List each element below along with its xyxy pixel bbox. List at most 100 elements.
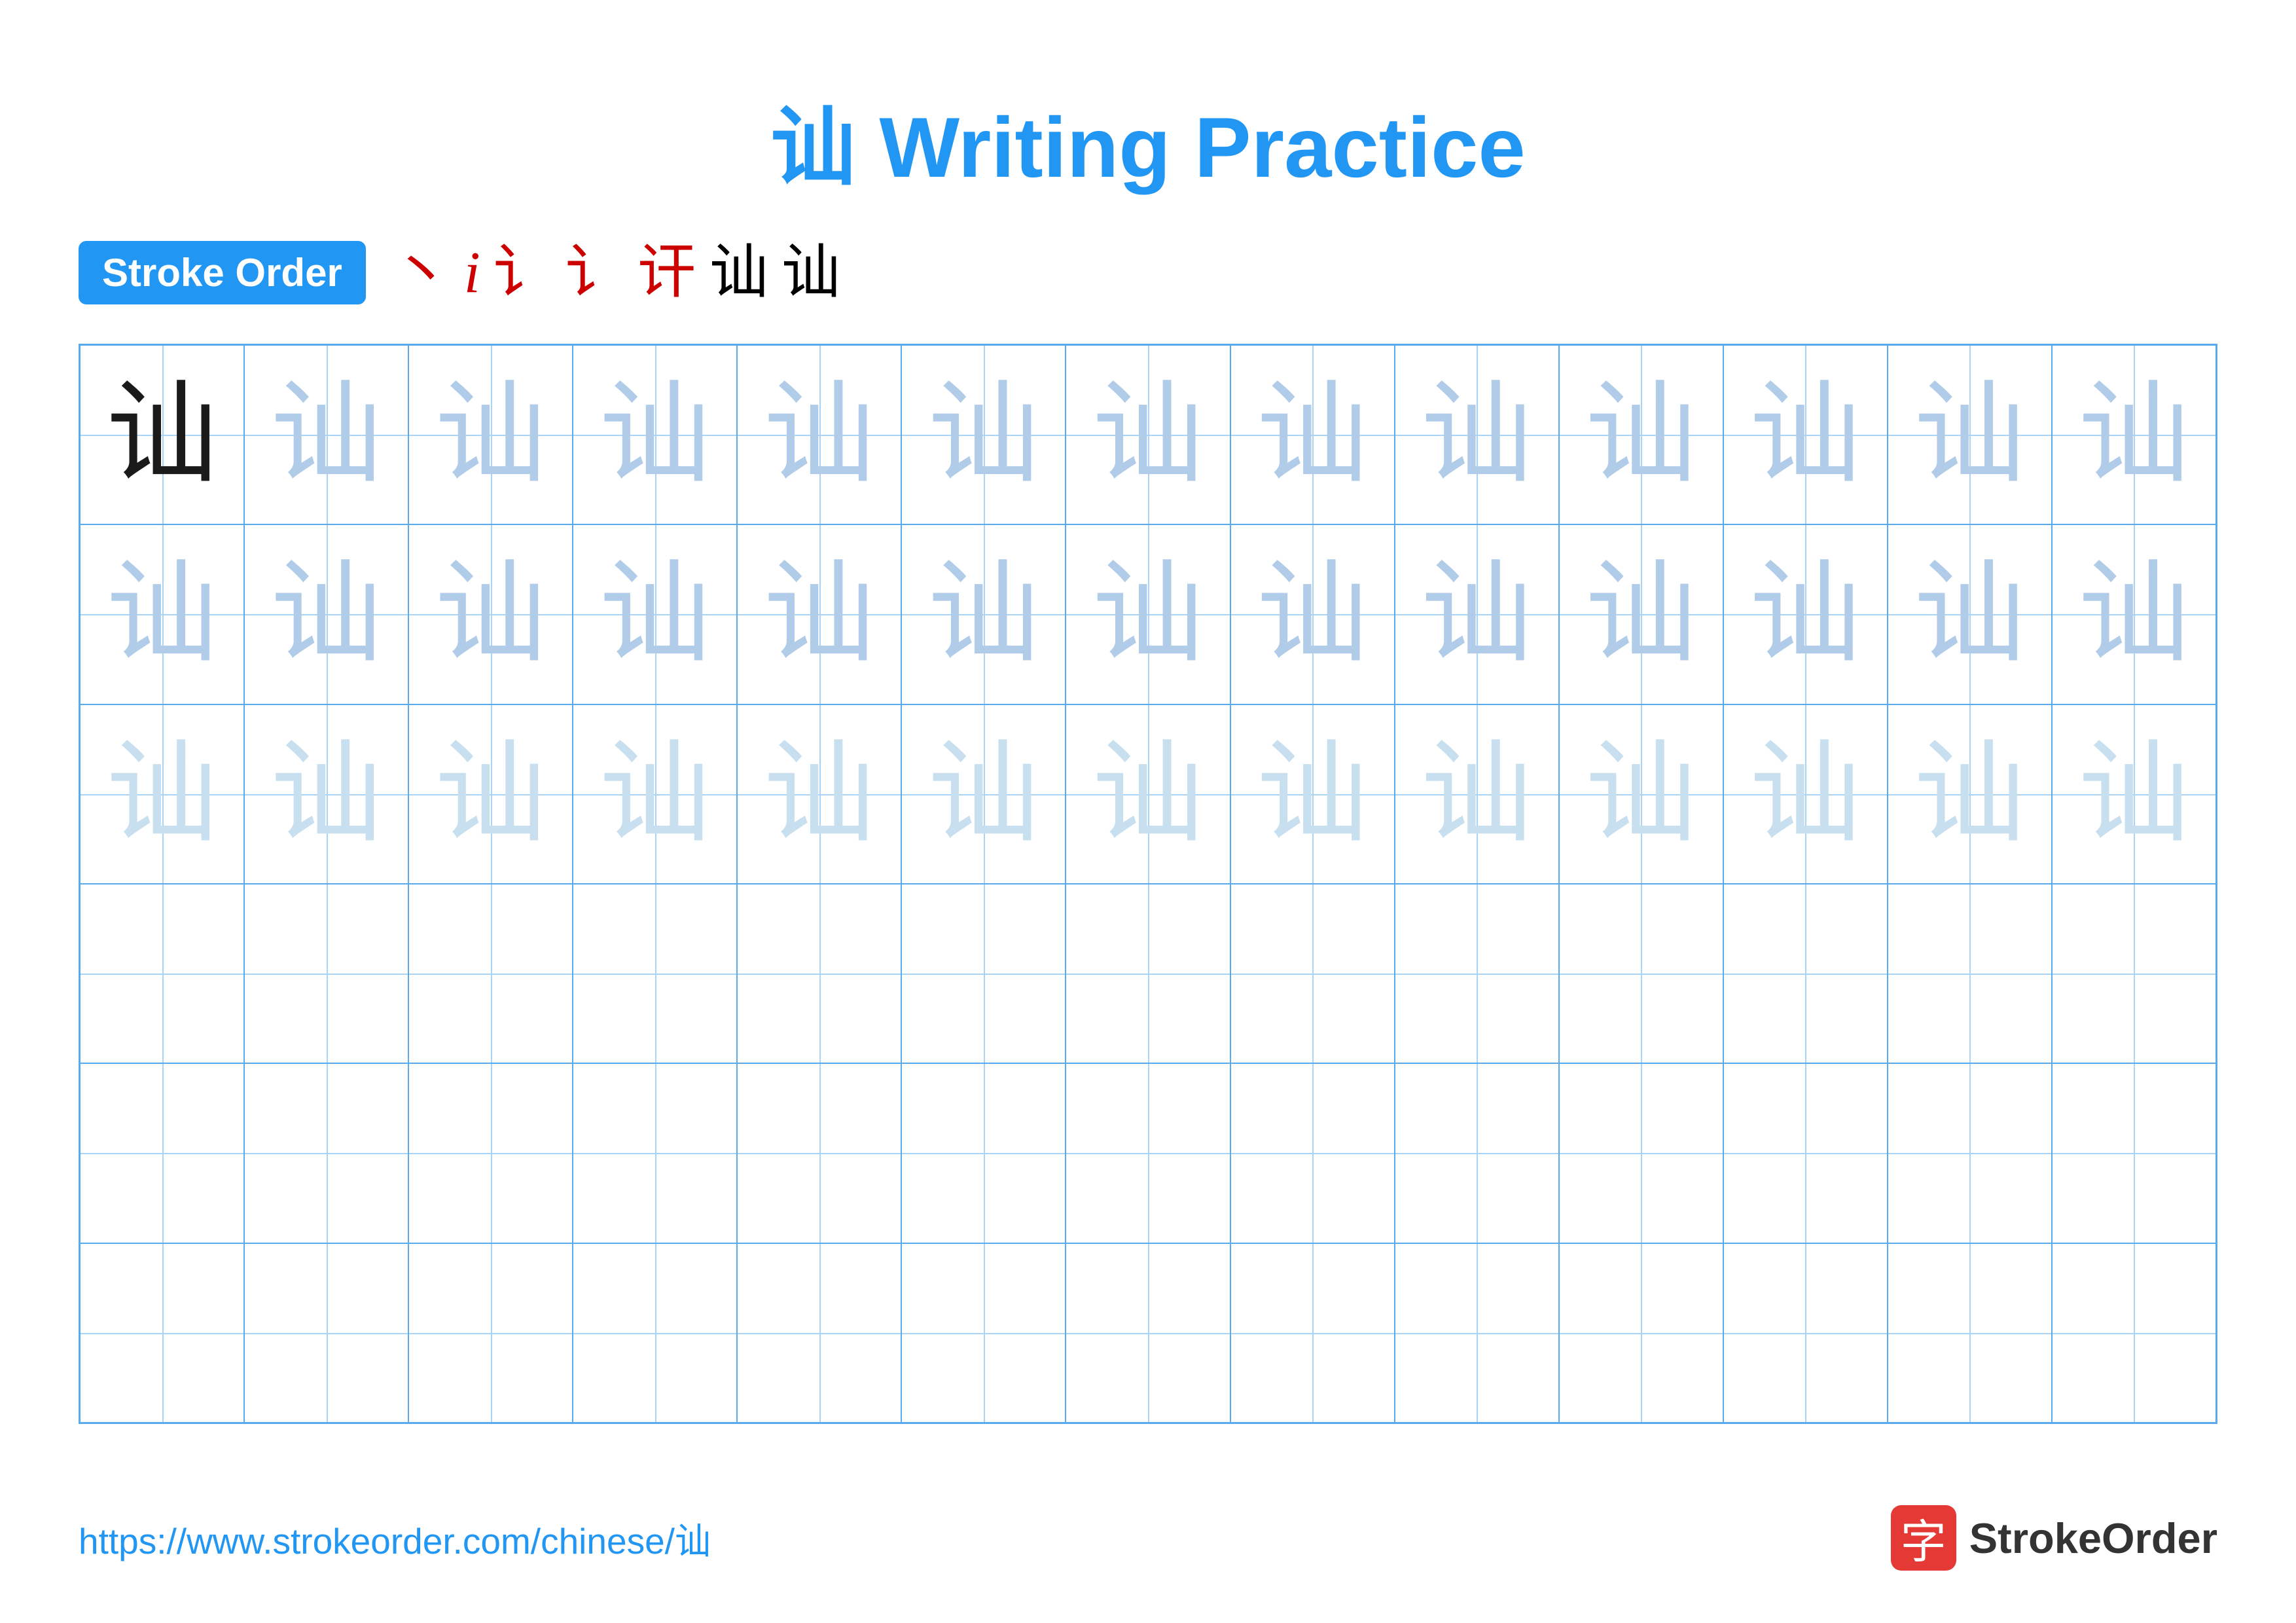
stroke-order-badge: Stroke Order	[79, 241, 366, 304]
char-medium: 讪	[435, 379, 547, 490]
grid-cell-r6c1[interactable]	[80, 1243, 244, 1423]
grid-cell-r6c2[interactable]	[244, 1243, 408, 1423]
footer: https://www.strokeorder.com/chinese/讪 字 …	[79, 1505, 2217, 1571]
char-medium: 讪	[435, 558, 547, 670]
grid-cell-r3c7[interactable]: 讪	[1066, 704, 1230, 884]
grid-cell-r5c10[interactable]	[1559, 1063, 1723, 1243]
char-medium: 讪	[2078, 379, 2189, 490]
grid-cell-r2c2[interactable]: 讪	[244, 524, 408, 704]
grid-cell-r5c7[interactable]	[1066, 1063, 1230, 1243]
char-medium: 讪	[1092, 558, 1204, 670]
grid-cell-r1c4[interactable]: 讪	[573, 345, 737, 524]
grid-cell-r6c10[interactable]	[1559, 1243, 1723, 1423]
grid-cell-r4c2[interactable]	[244, 884, 408, 1063]
grid-cell-r4c13[interactable]	[2052, 884, 2216, 1063]
grid-cell-r3c3[interactable]: 讪	[408, 704, 573, 884]
grid-cell-r5c5[interactable]	[737, 1063, 901, 1243]
grid-cell-r3c5[interactable]: 讪	[737, 704, 901, 884]
grid-cell-r1c3[interactable]: 讪	[408, 345, 573, 524]
grid-cell-r6c9[interactable]	[1395, 1243, 1559, 1423]
grid-cell-r1c12[interactable]: 讪	[1888, 345, 2052, 524]
char-light: 讪	[600, 739, 711, 850]
char-light: 讪	[2078, 739, 2189, 850]
grid-cell-r3c13[interactable]: 讪	[2052, 704, 2216, 884]
char-light: 讪	[107, 739, 218, 850]
grid-cell-r1c10[interactable]: 讪	[1559, 345, 1723, 524]
stroke-order-row: Stroke Order 丶 i 讠 讠 讦 讪 讪	[79, 241, 2217, 304]
footer-url[interactable]: https://www.strokeorder.com/chinese/讪	[79, 1512, 711, 1564]
grid-cell-r1c13[interactable]: 讪	[2052, 345, 2216, 524]
grid-cell-r3c10[interactable]: 讪	[1559, 704, 1723, 884]
grid-cell-r2c13[interactable]: 讪	[2052, 524, 2216, 704]
grid-cell-r5c3[interactable]	[408, 1063, 573, 1243]
grid-cell-r2c1[interactable]: 讪	[80, 524, 244, 704]
grid-cell-r3c9[interactable]: 讪	[1395, 704, 1559, 884]
grid-cell-r4c4[interactable]	[573, 884, 737, 1063]
grid-cell-r5c9[interactable]	[1395, 1063, 1559, 1243]
grid-cell-r6c13[interactable]	[2052, 1243, 2216, 1423]
grid-cell-r4c11[interactable]	[1723, 884, 1888, 1063]
grid-cell-r5c2[interactable]	[244, 1063, 408, 1243]
grid-cell-r5c13[interactable]	[2052, 1063, 2216, 1243]
grid-cell-r2c10[interactable]: 讪	[1559, 524, 1723, 704]
char-medium: 讪	[1914, 379, 2025, 490]
grid-cell-r4c1[interactable]	[80, 884, 244, 1063]
grid-cell-r3c8[interactable]: 讪	[1230, 704, 1395, 884]
grid-cell-r1c1[interactable]: 讪	[80, 345, 244, 524]
grid-cell-r2c12[interactable]: 讪	[1888, 524, 2052, 704]
grid-cell-r2c9[interactable]: 讪	[1395, 524, 1559, 704]
char-light: 讪	[1092, 739, 1204, 850]
char-medium: 讪	[2078, 558, 2189, 670]
grid-cell-r4c6[interactable]	[901, 884, 1066, 1063]
grid-cell-r2c5[interactable]: 讪	[737, 524, 901, 704]
char-medium: 讪	[1585, 379, 1696, 490]
grid-cell-r6c8[interactable]	[1230, 1243, 1395, 1423]
grid-cell-r1c11[interactable]: 讪	[1723, 345, 1888, 524]
grid-cell-r3c4[interactable]: 讪	[573, 704, 737, 884]
grid-cell-r2c4[interactable]: 讪	[573, 524, 737, 704]
grid-cell-r3c6[interactable]: 讪	[901, 704, 1066, 884]
grid-cell-r1c8[interactable]: 讪	[1230, 345, 1395, 524]
grid-cell-r6c11[interactable]	[1723, 1243, 1888, 1423]
grid-cell-r5c6[interactable]	[901, 1063, 1066, 1243]
grid-cell-r1c5[interactable]: 讪	[737, 345, 901, 524]
grid-cell-r4c9[interactable]	[1395, 884, 1559, 1063]
grid-cell-r2c7[interactable]: 讪	[1066, 524, 1230, 704]
grid-cell-r2c3[interactable]: 讪	[408, 524, 573, 704]
grid-cell-r1c2[interactable]: 讪	[244, 345, 408, 524]
grid-cell-r6c5[interactable]	[737, 1243, 901, 1423]
grid-cell-r3c2[interactable]: 讪	[244, 704, 408, 884]
logo-name: StrokeOrder	[1969, 1514, 2217, 1563]
grid-cell-r1c7[interactable]: 讪	[1066, 345, 1230, 524]
grid-cell-r4c7[interactable]	[1066, 884, 1230, 1063]
grid-cell-r1c9[interactable]: 讪	[1395, 345, 1559, 524]
char-light: 讪	[1914, 739, 2025, 850]
grid-cell-r5c12[interactable]	[1888, 1063, 2052, 1243]
grid-cell-r6c4[interactable]	[573, 1243, 737, 1423]
grid-cell-r6c3[interactable]	[408, 1243, 573, 1423]
grid-cell-r6c7[interactable]	[1066, 1243, 1230, 1423]
grid-cell-r6c6[interactable]	[901, 1243, 1066, 1423]
grid-cell-r2c8[interactable]: 讪	[1230, 524, 1395, 704]
grid-cell-r5c8[interactable]	[1230, 1063, 1395, 1243]
grid-cell-r3c1[interactable]: 讪	[80, 704, 244, 884]
grid-cell-r5c11[interactable]	[1723, 1063, 1888, 1243]
logo-char: 字	[1901, 1505, 1946, 1571]
char-medium: 讪	[1749, 558, 1861, 670]
grid-cell-r4c3[interactable]	[408, 884, 573, 1063]
grid-cell-r2c11[interactable]: 讪	[1723, 524, 1888, 704]
grid-cell-r4c10[interactable]	[1559, 884, 1723, 1063]
grid-cell-r4c8[interactable]	[1230, 884, 1395, 1063]
grid-cell-r4c5[interactable]	[737, 884, 901, 1063]
grid-cell-r5c1[interactable]	[80, 1063, 244, 1243]
grid-cell-r3c11[interactable]: 讪	[1723, 704, 1888, 884]
grid-cell-r4c12[interactable]	[1888, 884, 2052, 1063]
char-medium: 讪	[1421, 558, 1532, 670]
page-title: 讪 Writing Practice	[79, 79, 2217, 202]
char-medium: 讪	[1749, 379, 1861, 490]
grid-cell-r3c12[interactable]: 讪	[1888, 704, 2052, 884]
grid-cell-r2c6[interactable]: 讪	[901, 524, 1066, 704]
grid-cell-r5c4[interactable]	[573, 1063, 737, 1243]
grid-cell-r6c12[interactable]	[1888, 1243, 2052, 1423]
grid-cell-r1c6[interactable]: 讪	[901, 345, 1066, 524]
